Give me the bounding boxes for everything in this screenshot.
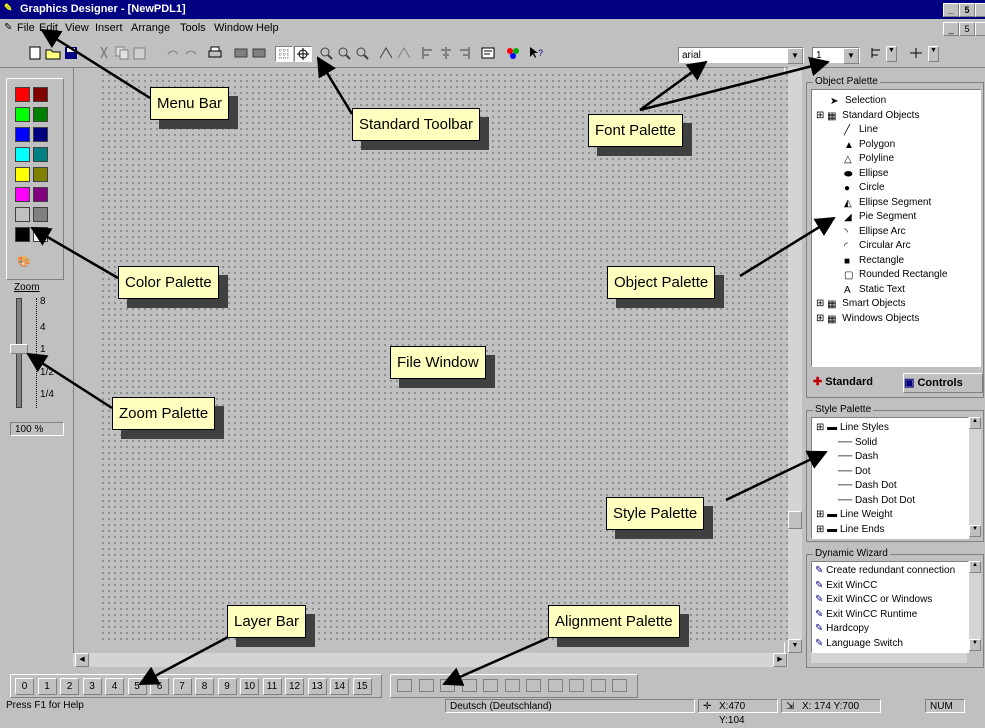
callout-menu-bar: Menu Bar	[150, 87, 230, 120]
layer-bar-arrow	[138, 634, 231, 686]
object-palette-arrow	[739, 216, 836, 278]
callout-arrows	[26, 28, 836, 686]
callout-style-palette: Style Palette	[606, 497, 705, 530]
callout-object-palette: Object Palette	[607, 266, 716, 299]
callout-file-window: File Window	[390, 346, 486, 379]
callout-font-palette: Font Palette	[588, 114, 683, 147]
alignment-palette-arrow	[442, 636, 549, 686]
callout-standard-toolbar: Standard Toolbar	[352, 108, 480, 141]
toolbar-arrow	[316, 56, 354, 115]
callout-alignment-palette: Alignment Palette	[548, 605, 680, 638]
font-palette-arrow-2	[639, 56, 830, 112]
zoom-palette-arrow	[26, 352, 113, 410]
callout-layer-bar: Layer Bar	[227, 605, 307, 638]
color-palette-arrow	[30, 226, 119, 280]
callout-color-palette: Color Palette	[118, 266, 219, 299]
style-palette-arrow	[725, 450, 828, 502]
menu-bar-arrow	[40, 28, 151, 100]
callout-zoom-palette: Zoom Palette	[112, 397, 216, 430]
